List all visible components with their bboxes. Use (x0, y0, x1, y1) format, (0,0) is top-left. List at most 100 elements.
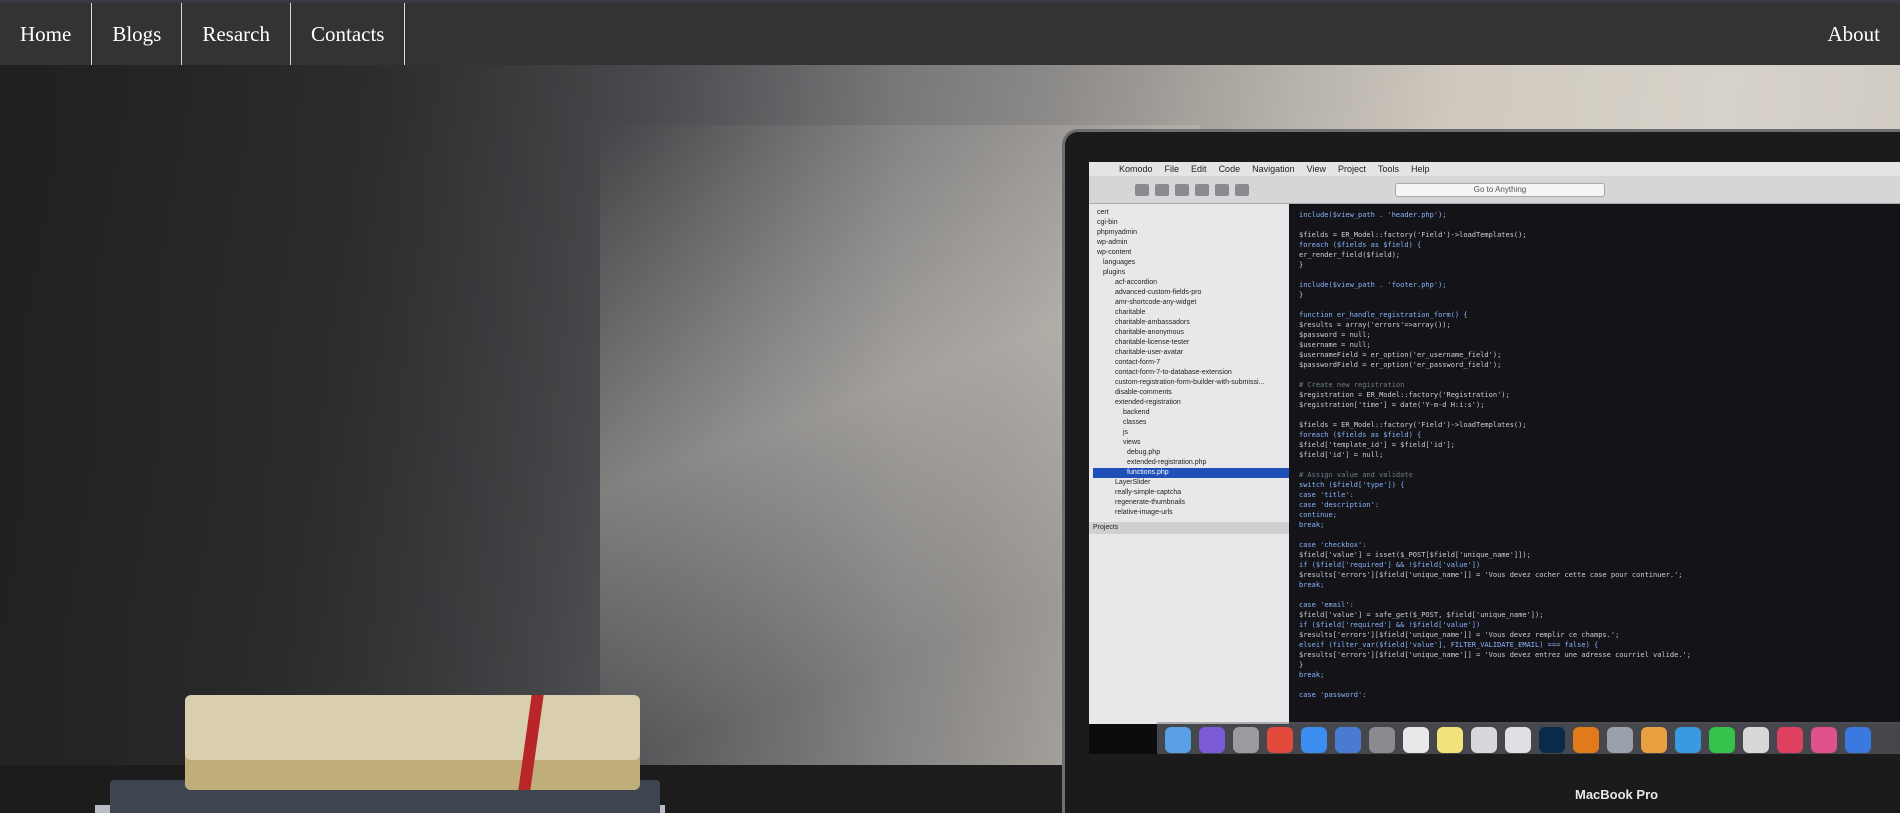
hero-image: Komodo File Edit Code Navigation View Project T… (0, 65, 1900, 813)
code-line: foreach ($fields as $field) { (1299, 241, 1422, 249)
file-tree-item: charitable-anonymous (1115, 329, 1184, 336)
top-navbar: Home Blogs Resarch Contacts About (0, 0, 1900, 65)
nav-link-research[interactable]: Resarch (182, 3, 291, 65)
code-line: $fields = ER_Model::factory('Field')->lo… (1299, 231, 1527, 239)
dock-app-icon (1845, 727, 1871, 753)
file-tree-item: functions.php (1093, 468, 1289, 478)
code-line: $results = array('errors'=>array()); (1299, 321, 1451, 329)
nav-link-contacts[interactable]: Contacts (291, 3, 406, 65)
code-line: } (1299, 661, 1304, 669)
nav-right-group: About (1808, 3, 1900, 65)
dock-app-icon (1505, 727, 1531, 753)
code-line: $results['errors'][$field['unique_name']… (1299, 651, 1691, 659)
back-icon (1135, 183, 1149, 196)
code-line: $registration = ER_Model::factory('Regis… (1299, 391, 1510, 399)
file-tree-item: wp-admin (1097, 239, 1128, 246)
ide-body: cert cgi-bin phpmyadmin wp-admin wp-content l… (1089, 204, 1900, 724)
code-line: case 'password': (1299, 691, 1367, 699)
code-line: break; (1299, 581, 1325, 589)
file-tree-item: wp-content (1097, 249, 1132, 256)
ide-code-editor: include($view_path . 'header.php'); $fiel… (1289, 204, 1900, 724)
nav-link-blogs[interactable]: Blogs (92, 3, 183, 65)
file-tree-item: contact-form-7-to-database-extension (1115, 369, 1232, 376)
ide-toolbar: Go to Anything (1089, 176, 1900, 204)
ide-menubar: Komodo File Edit Code Navigation View Project T… (1089, 162, 1900, 176)
ide-menu-item: Code (1218, 164, 1241, 174)
ide-menu-item: Project (1337, 164, 1366, 174)
code-line: $registration['time'] = date('Y-m-d H:i:… (1299, 401, 1485, 409)
open-icon (1215, 183, 1229, 196)
ide-menu-item: Tools (1377, 164, 1399, 174)
dock-app-icon (1267, 727, 1293, 753)
dock-app-icon (1607, 727, 1633, 753)
file-tree-item: extended-registration.php (1127, 459, 1207, 466)
projects-panel-label: Projects (1089, 522, 1289, 534)
dock-app-icon (1709, 727, 1735, 753)
file-tree-item: extended-registration (1115, 399, 1181, 406)
file-tree-item: disable-comments (1115, 389, 1172, 396)
ide-menu-item: Edit (1191, 164, 1207, 174)
code-line: elseif (filter_var($field['value'], FILT… (1299, 641, 1599, 649)
undo-icon (1175, 183, 1189, 196)
code-line: case 'description': (1299, 501, 1380, 509)
dock-app-icon (1811, 727, 1837, 753)
code-line: $field['value'] = isset($_POST[$field['u… (1299, 551, 1531, 559)
file-tree-item: acf-accordion (1115, 279, 1158, 286)
dock-app-icon (1573, 727, 1599, 753)
code-line: $passwordField = er_option('er_password_… (1299, 361, 1502, 369)
mac-dock (1157, 722, 1900, 754)
code-line: } (1299, 261, 1304, 269)
file-tree-item: charitable (1115, 309, 1146, 316)
book-strap (518, 695, 544, 790)
file-tree-item: charitable-license-tester (1115, 339, 1190, 346)
code-line: break; (1299, 521, 1325, 529)
file-tree-item: languages (1103, 259, 1136, 266)
file-tree-item: LayerSlider (1115, 479, 1151, 486)
code-line: $field['value'] = safe_get($_POST, $fiel… (1299, 611, 1544, 619)
ide-menu-item: Komodo (1119, 164, 1153, 174)
dock-app-icon (1335, 727, 1361, 753)
code-line: if ($field['required'] && !$field['value… (1299, 561, 1481, 569)
code-line: include($view_path . 'footer.php'); (1299, 281, 1447, 289)
code-line: } (1299, 291, 1304, 299)
forward-icon (1155, 183, 1169, 196)
code-line: case 'checkbox': (1299, 541, 1367, 549)
redo-icon (1195, 183, 1209, 196)
file-tree-item: js (1123, 429, 1129, 436)
file-tree-item: classes (1123, 419, 1147, 426)
dock-app-icon (1369, 727, 1395, 753)
file-tree-item: advanced-custom-fields-pro (1115, 289, 1202, 296)
code-line: $field['template_id'] = $field['id']; (1299, 441, 1455, 449)
macbook-label: MacBook Pro (1575, 787, 1659, 802)
nav-link-home[interactable]: Home (0, 3, 93, 65)
code-line: $username = null; (1299, 341, 1371, 349)
dock-app-icon (1165, 727, 1191, 753)
dock-app-icon (1641, 727, 1667, 753)
dock-app-icon (1437, 727, 1463, 753)
code-line: include($view_path . 'header.php'); (1299, 211, 1447, 219)
file-tree-item: charitable-user-avatar (1115, 349, 1184, 356)
file-tree-item: plugins (1103, 269, 1126, 276)
code-line: $field['id'] = null; (1299, 451, 1384, 459)
nav-link-about[interactable]: About (1808, 3, 1900, 65)
code-line: break; (1299, 671, 1325, 679)
ide-menu-item: View (1306, 164, 1326, 174)
dock-app-icon (1199, 727, 1225, 753)
book-top (185, 695, 640, 790)
code-line: er_render_field($field); (1299, 251, 1401, 259)
code-line: foreach ($fields as $field) { (1299, 431, 1422, 439)
file-tree-item: custom-registration-form-builder-with-su… (1115, 379, 1265, 386)
laptop: Komodo File Edit Code Navigation View Project T… (1062, 129, 1900, 813)
ide-menu-item: Help (1411, 164, 1430, 174)
dock-app-icon (1403, 727, 1429, 753)
dock-app-icon (1301, 727, 1327, 753)
file-tree-item: cert (1097, 209, 1109, 216)
file-tree-item: regenerate-thumbnails (1115, 499, 1186, 506)
